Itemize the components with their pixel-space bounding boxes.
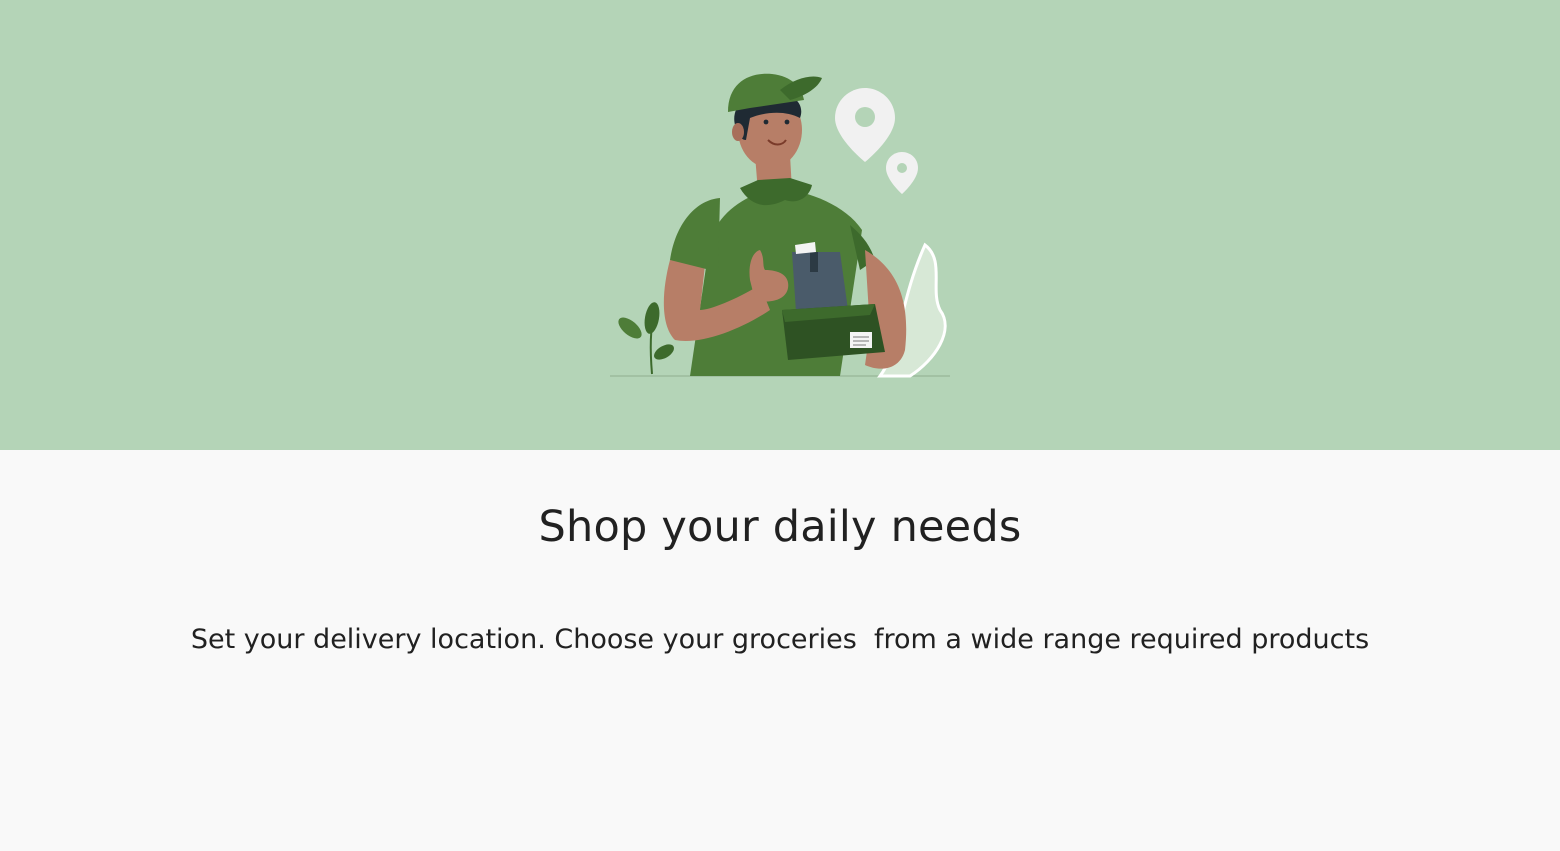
onboarding-hero (0, 0, 1560, 450)
onboarding-content: Shop your daily needs Set your delivery … (0, 450, 1560, 851)
onboarding-description: Set your delivery location. Choose your … (190, 624, 1370, 655)
onboarding-title: Shop your daily needs (538, 502, 1022, 552)
delivery-man-illustration (610, 73, 950, 378)
location-pin-icon (835, 88, 918, 194)
